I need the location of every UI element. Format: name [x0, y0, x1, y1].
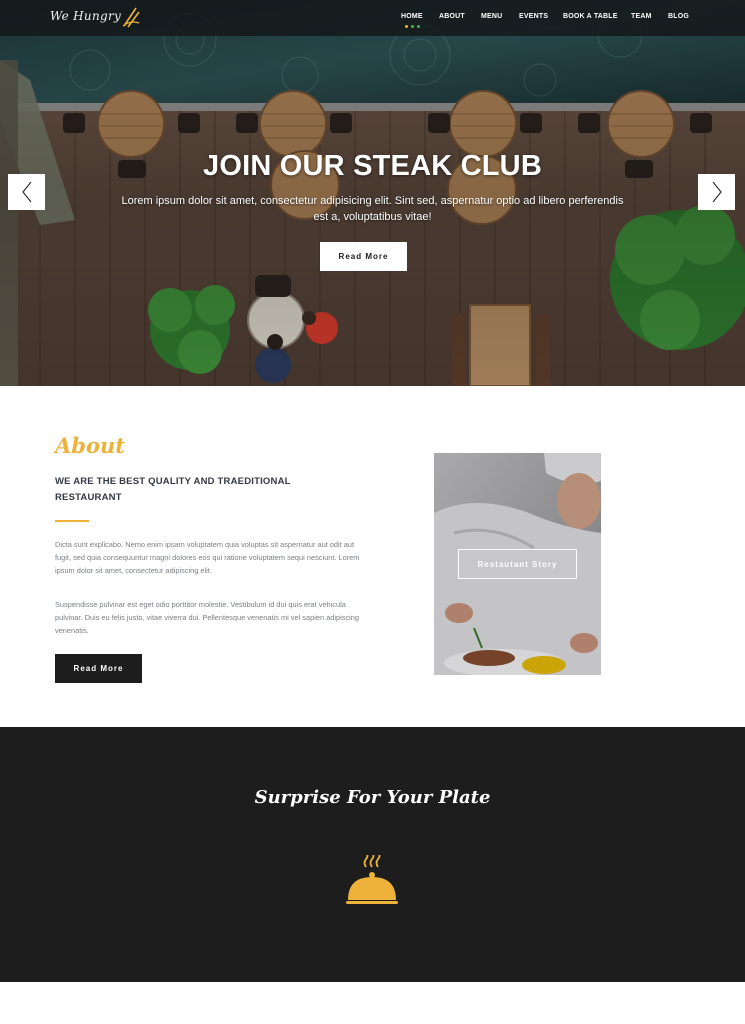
hero-slider: JOIN OUR STEAK CLUB Lorem ipsum dolor si… [0, 0, 745, 386]
nav-item-blog[interactable]: BLOG [668, 13, 689, 20]
cloche-icon [346, 855, 398, 904]
accent-divider [55, 520, 89, 522]
indicator-dot [417, 25, 420, 28]
surprise-title: Surprise For Your Plate [254, 787, 491, 808]
indicator-dot [411, 25, 414, 28]
restaurant-story-button[interactable]: Restautant Story [458, 549, 577, 579]
about-subheading: WE ARE THE BEST QUALITY AND TRAEDITIONAL… [55, 476, 291, 503]
chevron-right-icon [712, 181, 722, 203]
top-navbar: We Hungry HOME ABOUT MENU EVENTS BOOK A … [0, 0, 745, 36]
chevron-left-icon [21, 181, 31, 203]
main-nav: HOME ABOUT MENU EVENTS BOOK A TABLE TEAM… [0, 13, 745, 33]
nav-item-events[interactable]: EVENTS [519, 13, 548, 20]
nav-item-about[interactable]: ABOUT [439, 13, 465, 20]
nav-item-home[interactable]: HOME [401, 13, 423, 20]
about-paragraph: Dicta sunt explicabo. Nemo enim ipsam vo… [55, 540, 360, 575]
about-paragraph: Suspendisse pulvinar est eget odio portt… [55, 600, 360, 635]
hero-read-more-button[interactable]: Read More [320, 242, 407, 271]
active-nav-indicator [405, 25, 421, 29]
indicator-dot [405, 25, 408, 28]
about-heading: About [55, 433, 125, 458]
nav-item-menu[interactable]: MENU [481, 13, 502, 20]
nav-item-book-a-table[interactable]: BOOK A TABLE [563, 13, 618, 20]
slider-next-button[interactable] [698, 174, 735, 210]
about-read-more-button[interactable]: Read More [55, 654, 142, 683]
slider-prev-button[interactable] [8, 174, 45, 210]
hero-subtitle: Lorem ipsum dolor sit amet, consectetur … [121, 195, 624, 223]
nav-item-team[interactable]: TEAM [631, 13, 652, 20]
hero-title: JOIN OUR STEAK CLUB [203, 150, 542, 182]
